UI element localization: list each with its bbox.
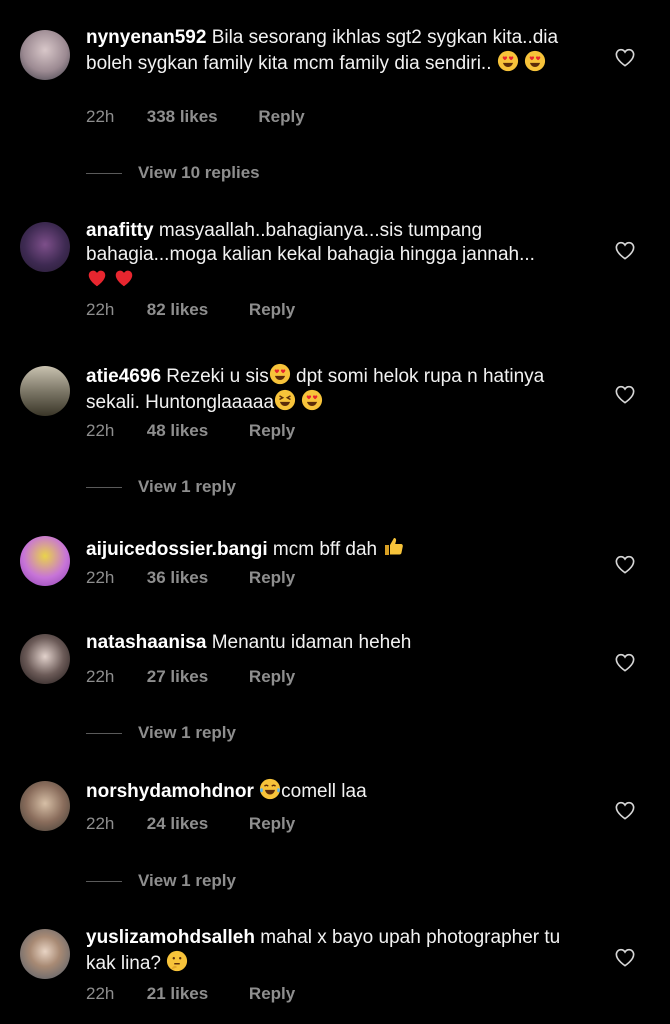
likes-count[interactable]: 82 likes [147, 300, 208, 320]
avatar[interactable] [20, 366, 70, 416]
divider-line [86, 880, 122, 882]
timestamp: 22h [86, 667, 115, 686]
view-replies-button[interactable]: View 1 reply [86, 871, 236, 891]
heart-eyes-emoji-icon [524, 50, 546, 72]
username[interactable]: atie4696 [86, 366, 161, 387]
view-replies-button[interactable]: View 10 replies [86, 163, 260, 183]
avatar[interactable] [20, 634, 70, 684]
comment-meta: 22h 48 likes Reply [86, 421, 295, 441]
avatar[interactable] [20, 929, 70, 979]
reply-button[interactable]: Reply [249, 984, 295, 1004]
view-replies-label: View 1 reply [138, 477, 236, 496]
reply-button[interactable]: Reply [249, 568, 295, 588]
reply-button[interactable]: Reply [258, 107, 304, 127]
comment-meta: 22h 82 likes Reply [86, 300, 295, 320]
timestamp: 22h [86, 814, 115, 833]
red-heart-emoji-icon [113, 267, 135, 289]
username[interactable]: aijuicedossier.bangi [86, 539, 268, 560]
comment-text: mcm bff dah [272, 539, 378, 560]
likes-count[interactable]: 338 likes [147, 107, 218, 127]
timestamp: 22h [86, 300, 115, 319]
likes-count[interactable]: 48 likes [147, 421, 208, 441]
username[interactable]: anafitty [86, 220, 154, 241]
squinting-face-emoji-icon [274, 389, 296, 411]
avatar[interactable] [20, 222, 70, 272]
username[interactable]: nynyenan592 [86, 27, 206, 48]
comment-body: aijuicedossier.bangi mcm bff dah [86, 534, 586, 562]
username[interactable]: norshydamohdnor [86, 781, 254, 802]
like-heart-icon[interactable] [614, 800, 636, 820]
like-heart-icon[interactable] [614, 240, 636, 260]
divider-line [86, 732, 122, 734]
likes-count[interactable]: 36 likes [147, 568, 208, 588]
username[interactable]: yuslizamohdsalleh [86, 927, 255, 948]
view-replies-label: View 1 reply [138, 723, 236, 742]
comment-text: comell laa [281, 781, 367, 802]
timestamp: 22h [86, 568, 115, 587]
comment-meta: 22h 338 likes Reply [86, 107, 305, 127]
like-heart-icon[interactable] [614, 384, 636, 404]
divider-line [86, 486, 122, 488]
avatar[interactable] [20, 536, 70, 586]
comment-body: nynyenan592 Bila sesorang ikhlas sgt2 sy… [86, 26, 586, 76]
red-heart-emoji-icon [86, 267, 108, 289]
comment-text: masyaallah..bahagianya...sis tumpang bah… [86, 220, 535, 265]
like-heart-icon[interactable] [614, 947, 636, 967]
avatar[interactable] [20, 30, 70, 80]
thumbs-up-emoji-icon [382, 534, 406, 558]
view-replies-button[interactable]: View 1 reply [86, 477, 236, 497]
view-replies-label: View 1 reply [138, 871, 236, 890]
divider-line [86, 172, 122, 174]
reply-button[interactable]: Reply [249, 300, 295, 320]
comment-body: yuslizamohdsalleh mahal x bayo upah phot… [86, 926, 586, 976]
comment-meta: 22h 21 likes Reply [86, 984, 295, 1004]
thinking-face-emoji-icon [166, 950, 188, 972]
reply-button[interactable]: Reply [249, 814, 295, 834]
like-heart-icon[interactable] [614, 554, 636, 574]
avatar[interactable] [20, 781, 70, 831]
reply-button[interactable]: Reply [249, 421, 295, 441]
tears-of-joy-emoji-icon [259, 778, 281, 800]
heart-eyes-emoji-icon [301, 389, 323, 411]
comment-meta: 22h 36 likes Reply [86, 568, 295, 588]
comment-meta: 22h 27 likes Reply [86, 667, 295, 687]
comment-body: norshydamohdnor comell laa [86, 778, 586, 804]
likes-count[interactable]: 24 likes [147, 814, 208, 834]
like-heart-icon[interactable] [614, 47, 636, 67]
comment-body: natashaanisa Menantu idaman heheh [86, 631, 586, 655]
like-heart-icon[interactable] [614, 652, 636, 672]
view-replies-label: View 10 replies [138, 163, 260, 182]
comment-meta: 22h 24 likes Reply [86, 814, 295, 834]
timestamp: 22h [86, 421, 115, 440]
username[interactable]: natashaanisa [86, 632, 206, 653]
likes-count[interactable]: 21 likes [147, 984, 208, 1004]
comment-text: Menantu idaman heheh [211, 632, 412, 653]
timestamp: 22h [86, 107, 115, 126]
comment-text: Rezeki u sis [166, 366, 269, 387]
heart-eyes-emoji-icon [497, 50, 519, 72]
view-replies-button[interactable]: View 1 reply [86, 723, 236, 743]
comment-body: anafitty masyaallah..bahagianya...sis tu… [86, 219, 586, 293]
timestamp: 22h [86, 984, 115, 1003]
heart-eyes-emoji-icon [269, 363, 291, 385]
reply-button[interactable]: Reply [249, 667, 295, 687]
likes-count[interactable]: 27 likes [147, 667, 208, 687]
comment-body: atie4696 Rezeki u sis dpt somi helok rup… [86, 363, 586, 415]
